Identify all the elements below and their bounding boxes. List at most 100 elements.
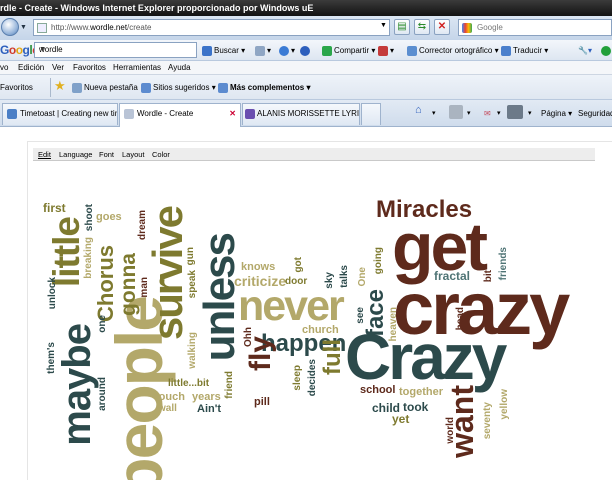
menu-favoritos[interactable]: Favoritos <box>73 61 106 74</box>
word-talks[interactable]: talks <box>339 265 350 288</box>
menu-ayuda[interactable]: Ayuda <box>168 61 191 74</box>
menu-archivo[interactable]: vo <box>0 61 8 74</box>
star-icon[interactable]: ★ <box>54 79 66 92</box>
word-chorus[interactable]: Chorus <box>93 245 118 322</box>
word-friends[interactable]: friends <box>498 247 509 280</box>
word-full[interactable]: full <box>319 339 346 375</box>
word-bit[interactable]: bit <box>483 270 494 282</box>
menu-edicion[interactable]: Edición <box>18 61 44 74</box>
fav-sitios-sugeridos[interactable]: Sitios sugeridos ▾ <box>141 81 216 94</box>
address-dropdown-icon[interactable]: ▼ <box>380 22 387 29</box>
word-walking[interactable]: walking <box>187 332 198 369</box>
globe-button[interactable] <box>300 44 312 58</box>
google-search-input[interactable]: wordle ▼ <box>34 42 197 58</box>
menu-herramientas[interactable]: Herramientas <box>113 61 161 74</box>
word-world[interactable]: world <box>445 417 456 444</box>
wrench-button[interactable]: 🔧▾ <box>578 44 592 58</box>
word-one-capital[interactable]: One <box>357 267 368 286</box>
tab-alanis-lyrics[interactable]: ALANIS MORISSETTE LYRICS... <box>242 103 360 125</box>
tab-timetoast[interactable]: Timetoast | Creating new tim... <box>2 103 118 125</box>
chevron-down-icon[interactable]: ▾ <box>467 107 471 120</box>
word-together[interactable]: together <box>399 387 443 398</box>
word-dream[interactable]: dream <box>137 210 148 240</box>
search-input[interactable]: Google <box>458 19 612 36</box>
fav-mas-complementos[interactable]: Más complementos ▾ <box>218 81 311 94</box>
word-years[interactable]: years <box>192 392 221 403</box>
word-heaven[interactable]: heaven <box>388 307 399 341</box>
word-yet[interactable]: yet <box>392 413 409 425</box>
chevron-down-icon[interactable]: ▾ <box>432 107 436 120</box>
pagina-menu[interactable]: Página ▾ <box>541 107 572 120</box>
compat-view-icon[interactable]: ▤ <box>394 19 410 35</box>
word-unlock[interactable]: unlock <box>47 277 58 309</box>
status-indicator[interactable] <box>601 44 612 58</box>
word-survive[interactable]: survive <box>144 207 191 340</box>
menu-ver[interactable]: Ver <box>52 61 64 74</box>
word-man[interactable]: man <box>139 277 150 298</box>
buscar-button[interactable]: Buscar ▾ <box>202 44 245 58</box>
word-aint[interactable]: Ain't <box>197 404 221 415</box>
chevron-down-icon[interactable]: ▼ <box>20 24 27 31</box>
word-got[interactable]: got <box>293 257 304 273</box>
feeds-icon[interactable] <box>449 105 463 119</box>
word-goes[interactable]: goes <box>96 212 122 223</box>
compartir-button[interactable]: Compartir ▾ <box>322 44 375 58</box>
tools-button[interactable]: ▾ <box>255 44 271 58</box>
word-wall[interactable]: wall <box>158 404 177 414</box>
word-miracles[interactable]: Miracles <box>376 198 472 222</box>
word-speak[interactable]: speak <box>187 270 198 298</box>
word-touch[interactable]: touch <box>155 392 185 403</box>
word-little-bit[interactable]: little...bit <box>168 379 209 389</box>
word-friend[interactable]: friend <box>224 371 235 399</box>
word-going[interactable]: going <box>373 247 384 274</box>
word-never[interactable]: never <box>238 285 345 328</box>
print-icon[interactable] <box>507 105 523 119</box>
word-yellow[interactable]: yellow <box>499 389 510 420</box>
word-breaking[interactable]: breaking <box>83 237 94 279</box>
word-head[interactable]: head <box>455 307 466 330</box>
word-school[interactable]: school <box>360 385 395 396</box>
chevron-down-icon[interactable]: ▾ <box>497 107 501 120</box>
word-sky[interactable]: sky <box>324 272 335 289</box>
word-criticize[interactable]: criticize <box>234 274 286 288</box>
word-gonna[interactable]: gonna <box>117 253 140 316</box>
word-thems[interactable]: them's <box>46 342 57 374</box>
word-ohh[interactable]: Ohh <box>243 327 254 347</box>
word-unless[interactable]: unless <box>195 234 244 361</box>
word-pill[interactable]: pill <box>254 397 270 408</box>
word-one[interactable]: one <box>97 315 108 333</box>
word-maybe[interactable]: maybe <box>55 324 99 446</box>
word-see[interactable]: see <box>355 307 366 324</box>
chevron-down-icon[interactable]: ▼ <box>39 43 194 57</box>
word-decides[interactable]: decides <box>307 359 318 396</box>
chevron-down-icon[interactable]: ▾ <box>528 107 532 120</box>
word-first[interactable]: first <box>43 202 66 214</box>
add-button[interactable]: ▾ <box>279 44 295 58</box>
seguridad-menu[interactable]: Seguridad <box>578 107 612 120</box>
home-icon[interactable]: ⌂ <box>415 104 422 117</box>
stop-icon[interactable]: ✕ <box>434 19 450 35</box>
favorites-button[interactable]: Favoritos <box>0 81 33 94</box>
word-around[interactable]: around <box>97 377 108 411</box>
word-cloud[interactable]: crazy get Crazy people never Miracles un… <box>0 127 612 480</box>
traducir-button[interactable]: Traducir ▾ <box>501 44 548 58</box>
word-knows[interactable]: knows <box>241 262 275 273</box>
word-fractal[interactable]: fractal <box>434 270 470 282</box>
address-url[interactable]: http://www.wordle.net/create <box>51 20 152 35</box>
back-icon[interactable] <box>1 18 19 36</box>
word-sleep[interactable]: sleep <box>292 365 303 391</box>
word-gun[interactable]: gun <box>185 247 196 265</box>
corrector-button[interactable]: Corrector ortográfico ▾ <box>407 44 499 58</box>
word-seventy[interactable]: seventy <box>482 402 493 439</box>
mail-icon[interactable]: ✉ <box>484 107 491 120</box>
tab-wordle-create[interactable]: Wordle - Create ✕ <box>119 103 241 127</box>
popup-blocker-button[interactable]: ▾ <box>378 44 394 58</box>
word-shoot[interactable]: shoot <box>84 204 95 231</box>
refresh-icon[interactable]: ⇆ <box>414 19 430 35</box>
new-tab-button[interactable] <box>361 103 381 125</box>
word-church[interactable]: church <box>302 325 339 336</box>
fav-nueva-pestana[interactable]: Nueva pestaña <box>72 81 138 94</box>
address-bar[interactable]: http://www.wordle.net/create <box>33 19 390 36</box>
word-door[interactable]: door <box>285 277 307 287</box>
close-tab-icon[interactable]: ✕ <box>229 104 236 124</box>
